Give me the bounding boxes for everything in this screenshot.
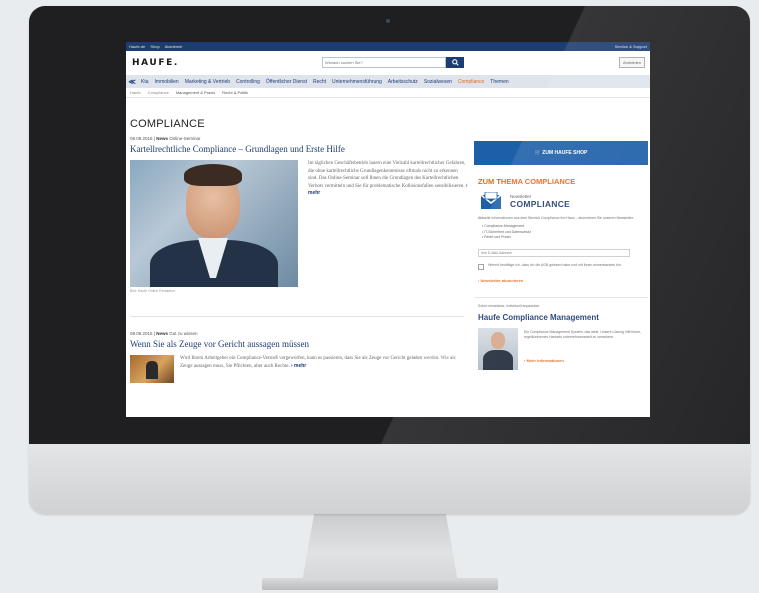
more-link[interactable]: › mehr xyxy=(291,363,306,369)
nav-item-marketing[interactable]: Marketing & Vertrieb xyxy=(182,79,233,85)
top-link-haufe[interactable]: Haufe.de xyxy=(129,44,145,49)
search-icon xyxy=(451,59,459,66)
subnav-recht-politik[interactable]: Recht & Politik xyxy=(222,90,248,95)
page-title: COMPLIANCE xyxy=(130,118,205,130)
main-content: COMPLIANCE 08.09.2016 | News Online-Semi… xyxy=(130,118,468,385)
list-item: Recht und Praxis xyxy=(482,235,648,241)
login-button[interactable]: Anmelden xyxy=(618,57,645,68)
consent-checkbox[interactable] xyxy=(478,263,484,270)
article-text: Im täglichen Geschäftsbetrieb lauern ein… xyxy=(308,161,466,189)
article-headline[interactable]: Wenn Sie als Zeuge vor Gericht aussagen … xyxy=(130,339,464,349)
nav-item-recht[interactable]: Recht xyxy=(310,79,329,85)
divider xyxy=(474,296,648,298)
consent-text: Hiermit bestätige ich, dass ich die AGB … xyxy=(488,262,622,267)
top-link-shop[interactable]: Shop xyxy=(150,44,159,49)
article-meta: 08.09.2016 | News Gut zu wissen xyxy=(130,331,198,336)
article-category: Gut zu wissen xyxy=(169,331,198,336)
browser-screen: Haufe.de Shop Akademie Service & Support… xyxy=(126,42,650,417)
nav-item-themen[interactable]: Themen xyxy=(487,79,511,85)
promo-more-link[interactable]: › Mehr Informationen xyxy=(524,358,564,363)
article-date: 08.09.2016 xyxy=(130,331,153,336)
subnav-management-praxis[interactable]: Management & Praxis xyxy=(176,90,215,95)
monitor-chin xyxy=(29,444,750,514)
article-text: Wird Ihrem Arbeitgeber ein Compliance-Ve… xyxy=(180,356,456,369)
article-photo[interactable] xyxy=(130,160,298,287)
nav-item-sozialwesen[interactable]: Sozialwesen xyxy=(421,79,455,85)
main-nav: ≪ Kta Immobilien Marketing & Vertrieb Co… xyxy=(126,75,650,88)
top-bar-left: Haufe.de Shop Akademie xyxy=(129,44,186,49)
search-button[interactable] xyxy=(446,57,464,68)
newsletter-header: Newsletter COMPLIANCE xyxy=(474,192,648,210)
article-meta: 08.09.2016 | News Online-Seminar xyxy=(130,136,201,141)
promo-title[interactable]: Haufe Compliance Management xyxy=(474,308,648,328)
search-box xyxy=(322,57,464,68)
nav-prev-arrow[interactable]: ≪ xyxy=(126,78,138,86)
nav-item-compliance[interactable]: Compliance xyxy=(455,79,487,85)
subscribe-link[interactable]: › Newsletter abonnieren xyxy=(474,270,648,291)
article-type: News xyxy=(156,136,168,141)
breadcrumb: Haufe Compliance Management & Praxis Rec… xyxy=(126,88,650,98)
article-teaser: Wird Ihrem Arbeitgeber ein Compliance-Ve… xyxy=(130,355,464,385)
article-type: News xyxy=(156,331,168,336)
monitor-stand xyxy=(302,512,458,582)
newsletter-topics: Compliance-Management IT-Sicherheit und … xyxy=(474,224,648,241)
article-thumbnail[interactable] xyxy=(130,355,174,383)
nav-item-oeffentlicher-dienst[interactable]: Öffentlicher Dienst xyxy=(263,79,310,85)
haufe-logo[interactable]: HAUFE. xyxy=(132,58,179,68)
sidebar: 🛒 ZUM HAUFE SHOP ZUM THEMA COMPLIANCE Ne… xyxy=(474,141,648,372)
envelope-icon xyxy=(480,192,502,210)
article-category: Online-Seminar xyxy=(169,136,201,141)
article-body: Wird Ihrem Arbeitgeber ein Compliance-Ve… xyxy=(180,355,464,370)
login-label: Anmelden xyxy=(622,60,641,65)
email-field[interactable] xyxy=(478,248,630,257)
camera-icon xyxy=(386,19,390,23)
photo-caption: Bild: Haufe Online Redaktion xyxy=(130,289,175,293)
nav-item-controlling[interactable]: Controlling xyxy=(233,79,263,85)
shop-button[interactable]: 🛒 ZUM HAUFE SHOP xyxy=(474,141,648,165)
sidebar-title: ZUM THEMA COMPLIANCE xyxy=(478,177,576,186)
nav-item-immobilien[interactable]: Immobilien xyxy=(152,79,182,85)
article-body: Im täglichen Geschäftsbetrieb lauern ein… xyxy=(308,160,468,198)
promo-image[interactable] xyxy=(478,327,518,370)
nav-item-kta[interactable]: Kta xyxy=(138,79,152,85)
nav-item-arbeitsschutz[interactable]: Arbeitsschutz xyxy=(385,79,421,85)
breadcrumb-haufe[interactable]: Haufe xyxy=(130,90,141,95)
newsletter-description: Aktuelle Informationen aus dem Bereich C… xyxy=(478,216,635,220)
monitor-base xyxy=(262,578,498,590)
consent-row: Hiermit bestätige ich, dass ich die AGB … xyxy=(474,261,648,270)
breadcrumb-compliance[interactable]: Compliance xyxy=(148,90,169,95)
article-date: 08.09.2016 xyxy=(130,136,153,141)
article-teaser: Bild: Haufe Online Redaktion Im tägliche… xyxy=(130,160,468,310)
top-bar: Haufe.de Shop Akademie Service & Support xyxy=(126,42,650,51)
search-input[interactable] xyxy=(322,57,446,68)
article-headline[interactable]: Kartellrechtliche Compliance – Grundlage… xyxy=(130,144,464,154)
newsletter-name: COMPLIANCE xyxy=(510,198,571,209)
promo-box: Ein Compliance Management System, das wi… xyxy=(474,327,648,372)
newsletter-text: Newsletter COMPLIANCE xyxy=(510,194,570,209)
promo-text: Ein Compliance Management System, das wi… xyxy=(524,329,642,339)
top-link-service[interactable]: Service & Support xyxy=(615,44,647,49)
top-link-akademie[interactable]: Akademie xyxy=(165,44,183,49)
divider xyxy=(130,316,464,317)
logo-row: HAUFE. Anmelden xyxy=(126,51,650,75)
nav-item-unternehmensfuehrung[interactable]: Unternehmensführung xyxy=(329,79,385,85)
